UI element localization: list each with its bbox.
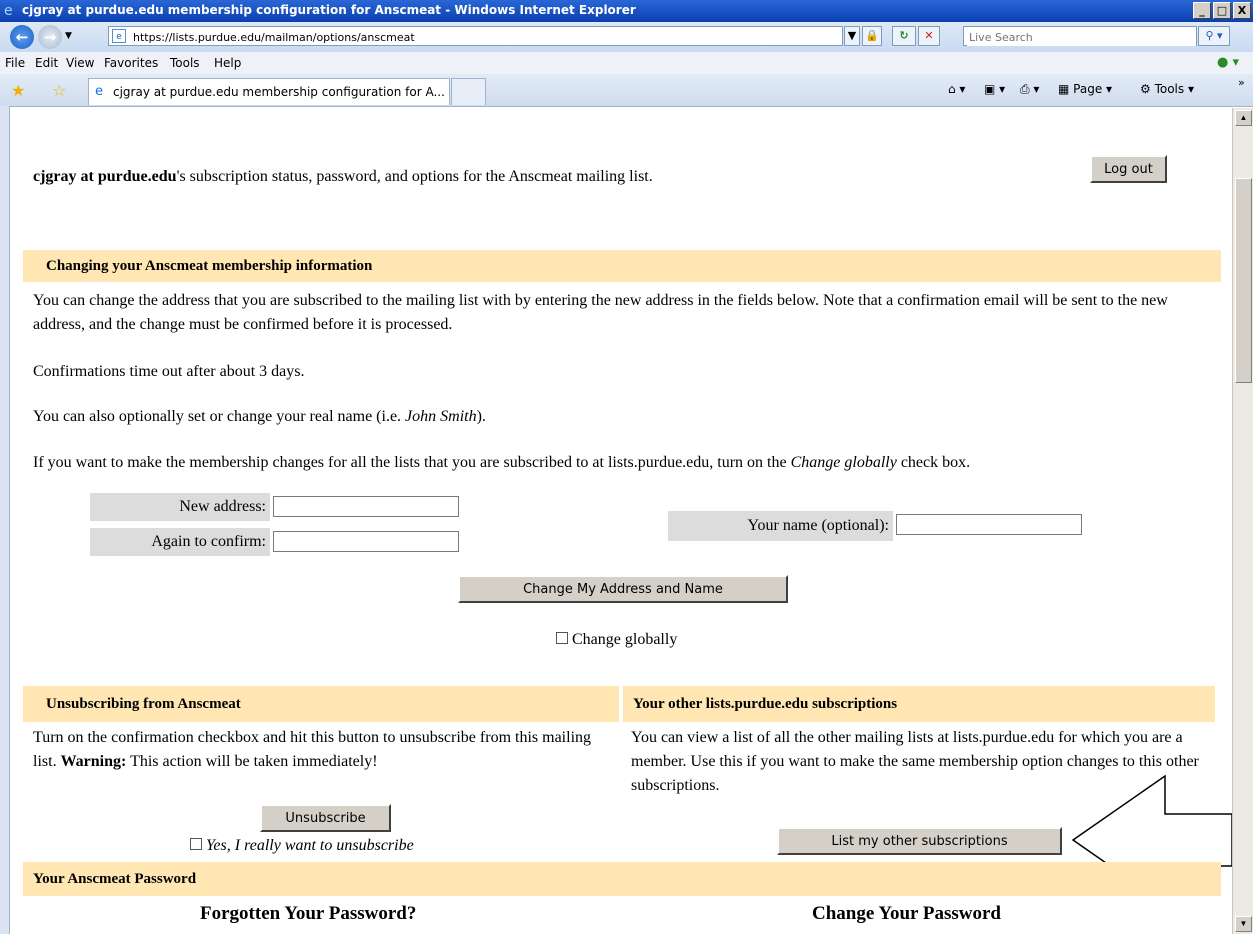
change-para-4: If you want to make the membership chang… <box>33 454 970 472</box>
logout-button[interactable]: Log out <box>1090 155 1167 183</box>
para4-prefix: If you want to make the membership chang… <box>33 454 791 471</box>
search-box[interactable] <box>963 26 1197 46</box>
back-button[interactable]: ← <box>10 25 34 49</box>
unsubscribe-text: Turn on the confirmation checkbox and hi… <box>33 726 618 774</box>
tools-menu-label: Tools <box>1154 82 1185 96</box>
ie-page-icon: e <box>95 84 103 99</box>
para3-prefix: You can also optionally set or change yo… <box>33 408 406 425</box>
window-left-edge <box>0 106 10 934</box>
password-header: Your Anscmeat Password <box>23 862 1221 896</box>
tools-menu[interactable]: ⚙ Tools ▾ <box>1140 82 1194 96</box>
confirm-address-input[interactable] <box>273 531 459 552</box>
recent-pages-dropdown-icon[interactable]: ▼ <box>65 31 72 41</box>
lock-icon[interactable]: 🔒 <box>862 26 882 46</box>
change-globally-checkbox[interactable] <box>556 632 568 644</box>
unsubscribe-confirm-option[interactable]: Yes, I really want to unsubscribe <box>190 837 414 855</box>
unsubscribe-checkbox[interactable] <box>190 838 202 850</box>
menu-bar: File Edit View Favorites Tools Help ● ▾ <box>0 52 1253 75</box>
url-input[interactable] <box>131 28 835 46</box>
unsubscribe-header: Unsubscribing from Anscmeat <box>23 686 619 722</box>
change-section-header: Changing your Anscmeat membership inform… <box>23 250 1221 282</box>
address-dropdown-icon[interactable]: ▼ <box>844 26 860 46</box>
vertical-scrollbar[interactable]: ▲ ▼ <box>1232 108 1253 934</box>
feeds-icon[interactable]: ▣ ▾ <box>984 82 1005 96</box>
menu-file[interactable]: File <box>5 56 25 70</box>
tab-title: cjgray at purdue.edu membership configur… <box>113 85 445 99</box>
unsubscribe-confirm-label: Yes, I really want to unsubscribe <box>206 837 414 854</box>
unsubscribe-text-suffix: This action will be taken immediately! <box>126 753 378 770</box>
change-para-2: Confirmations time out after about 3 day… <box>33 363 305 380</box>
change-address-button[interactable]: Change My Address and Name <box>458 575 788 603</box>
scroll-down-icon[interactable]: ▼ <box>1235 916 1252 932</box>
menu-favorites[interactable]: Favorites <box>104 56 158 70</box>
list-other-subscriptions-button[interactable]: List my other subscriptions <box>777 827 1062 855</box>
other-subscriptions-header: Your other lists.purdue.edu subscription… <box>623 686 1215 722</box>
menu-edit[interactable]: Edit <box>35 56 58 70</box>
window-title: cjgray at purdue.edu membership configur… <box>22 3 636 17</box>
para3-suffix: ). <box>476 408 486 425</box>
menu-help[interactable]: Help <box>214 56 241 70</box>
close-button[interactable]: X <box>1233 2 1251 19</box>
page-content: cjgray at purdue.edu's subscription stat… <box>10 108 1232 934</box>
stop-button[interactable]: ✕ <box>918 26 940 46</box>
menu-view[interactable]: View <box>66 56 94 70</box>
address-bar[interactable]: e <box>108 26 843 46</box>
tab-active[interactable]: e cjgray at purdue.edu membership config… <box>88 78 450 105</box>
change-globally-label: Change globally <box>572 631 678 648</box>
your-name-label: Your name (optional): <box>668 511 893 541</box>
maximize-button[interactable]: □ <box>1213 2 1231 19</box>
minimize-button[interactable]: _ <box>1193 2 1211 19</box>
menu-tools[interactable]: Tools <box>170 56 200 70</box>
search-input[interactable] <box>967 28 1196 46</box>
new-tab-button[interactable] <box>451 78 486 105</box>
intro-text: cjgray at purdue.edu's subscription stat… <box>33 168 653 186</box>
your-name-input[interactable] <box>896 514 1082 535</box>
forward-button[interactable]: → <box>38 25 62 49</box>
refresh-button[interactable]: ↻ <box>892 26 916 46</box>
chevron-more-icon[interactable]: » <box>1238 76 1245 89</box>
address-toolbar: ← → ▼ e ▼ 🔒 ↻ ✕ ⚲ ▾ <box>0 22 1253 52</box>
ie-logo-icon: e <box>4 3 13 19</box>
unsubscribe-button[interactable]: Unsubscribe <box>260 804 391 832</box>
home-icon[interactable]: ⌂ ▾ <box>948 82 965 96</box>
add-favorite-icon[interactable]: ☆ <box>52 81 66 100</box>
page-menu-label: Page <box>1073 82 1103 96</box>
confirm-address-label: Again to confirm: <box>90 528 270 556</box>
para3-example: John Smith <box>405 408 477 425</box>
scroll-thumb[interactable] <box>1235 178 1252 383</box>
print-icon[interactable]: ⎙ ▾ <box>1020 82 1039 97</box>
scroll-up-icon[interactable]: ▲ <box>1235 110 1252 126</box>
page-menu[interactable]: ▦ Page ▾ <box>1058 82 1112 96</box>
new-address-label: New address: <box>90 493 270 521</box>
unsubscribe-warning: Warning: <box>60 753 127 770</box>
favorites-star-icon[interactable]: ★ <box>11 81 25 100</box>
page-icon: e <box>112 29 126 43</box>
change-password-heading: Change Your Password <box>812 903 1001 924</box>
window-title-bar: e cjgray at purdue.edu membership config… <box>0 0 1253 22</box>
forgotten-password-heading: Forgotten Your Password? <box>200 903 417 924</box>
windows-live-icon[interactable]: ● ▾ <box>1217 55 1239 70</box>
search-icon[interactable]: ⚲ ▾ <box>1198 26 1230 46</box>
new-address-input[interactable] <box>273 496 459 517</box>
intro-rest: 's subscription status, password, and op… <box>176 168 653 185</box>
intro-user: cjgray at purdue.edu <box>33 168 177 185</box>
change-globally-option[interactable]: Change globally <box>556 631 677 649</box>
change-para-3: You can also optionally set or change yo… <box>33 408 486 426</box>
tab-toolbar: ★ ☆ e cjgray at purdue.edu membership co… <box>0 74 1253 107</box>
para4-em: Change globally <box>790 454 897 471</box>
change-para-1: You can change the address that you are … <box>33 292 1168 333</box>
para4-suffix: check box. <box>896 454 971 471</box>
